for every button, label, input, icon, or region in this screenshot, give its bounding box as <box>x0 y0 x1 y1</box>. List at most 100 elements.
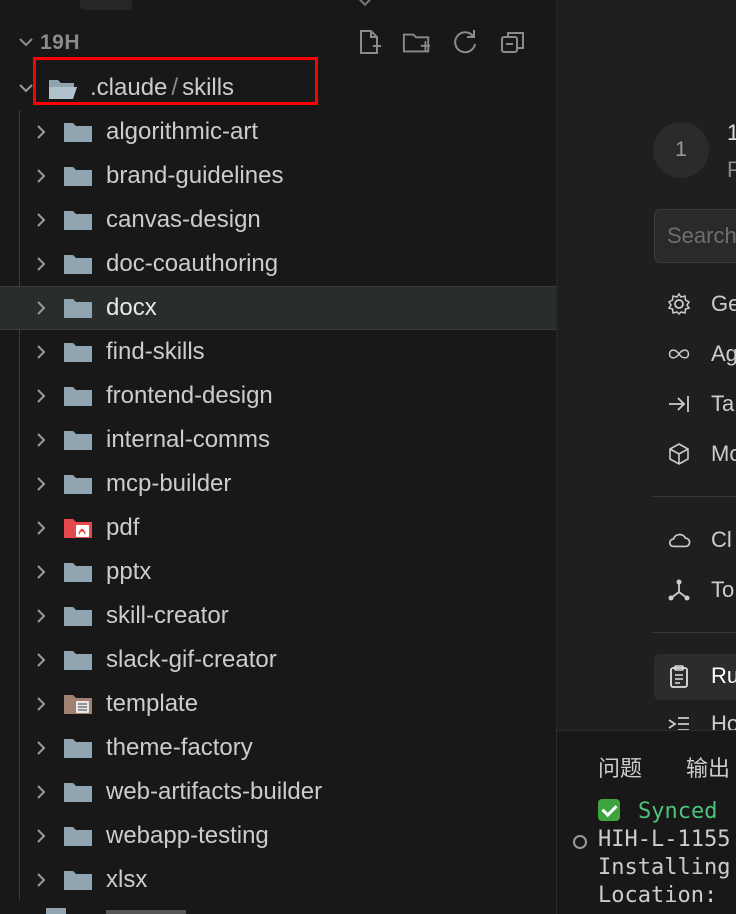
chevron-right-icon <box>31 606 51 626</box>
folder-row[interactable]: algorithmic-art <box>0 110 556 154</box>
explorer-sidebar: 19H .claude / skills algorithmic-art brand-… <box>0 0 557 914</box>
menu-divider <box>653 632 736 633</box>
folder-row[interactable]: pdf <box>0 506 556 550</box>
folder-label: webapp-testing <box>106 822 269 849</box>
folder-icon <box>63 384 93 408</box>
template-folder-icon <box>63 692 93 716</box>
folder-row[interactable]: web-artifacts-builder <box>0 770 556 814</box>
folder-row[interactable]: doc-coauthoring <box>0 242 556 286</box>
folder-row[interactable]: docx <box>0 286 556 330</box>
chevron-right-icon <box>31 386 51 406</box>
folder-row[interactable]: frontend-design <box>0 374 556 418</box>
bottom-panel: 问题 输出 Synced HIH-L-1155 Installing Locat… <box>557 730 736 914</box>
check-mark-icon <box>598 799 620 821</box>
chevron-right-icon <box>31 870 51 890</box>
folder-icon <box>63 340 93 364</box>
terminal-line-synced: Synced <box>598 799 717 824</box>
folder-icon <box>63 736 93 760</box>
folder-label: pdf <box>106 514 140 541</box>
chevron-right-icon <box>31 738 51 758</box>
folder-row[interactable]: slack-gif-creator <box>0 638 556 682</box>
folder-row[interactable]: canvas-design <box>0 198 556 242</box>
root-path-parent: .claude <box>90 74 168 101</box>
step-number-badge: 1 <box>653 122 709 178</box>
terminal-line: Installing <box>598 855 731 880</box>
chevron-right-icon <box>31 298 51 318</box>
folder-label: docx <box>106 294 157 321</box>
folder-row[interactable]: webapp-testing <box>0 814 556 858</box>
menu-item-label: Ge <box>711 291 736 316</box>
settings-search-box[interactable] <box>654 209 736 263</box>
chevron-right-icon <box>31 342 51 362</box>
cube-icon <box>669 443 689 465</box>
folder-open-icon <box>49 80 77 99</box>
folder-icon <box>63 120 93 144</box>
section-title: 19H <box>40 31 81 54</box>
settings-pane: 1 1 P Ge Ag Ta Mo Cl To Ru Ho 问题 输出 <box>557 0 736 914</box>
explorer-section-header[interactable]: 19H <box>0 24 556 60</box>
step-title: 1 <box>727 120 736 145</box>
chevron-right-icon <box>31 518 51 538</box>
chevron-right-icon <box>31 430 51 450</box>
folder-icon <box>63 164 93 188</box>
chevron-right-icon <box>31 210 51 230</box>
gear-icon <box>667 292 691 316</box>
folder-row[interactable]: pptx <box>0 550 556 594</box>
folder-icon <box>63 648 93 672</box>
folder-row[interactable]: internal-comms <box>0 418 556 462</box>
chevron-right-icon <box>31 694 51 714</box>
folder-icon <box>63 560 93 584</box>
folder-icon <box>63 296 93 320</box>
collapse-all-icon[interactable] <box>498 27 528 57</box>
folder-row[interactable]: xlsx <box>0 858 556 902</box>
menu-item-agents[interactable]: Ag <box>665 334 736 374</box>
chevron-right-icon <box>31 166 51 186</box>
chevron-down-icon <box>19 38 33 47</box>
menu-item-cloud[interactable]: Cl <box>665 520 736 560</box>
folder-icon <box>63 472 93 496</box>
folder-row[interactable]: template <box>0 682 556 726</box>
folder-label: canvas-design <box>106 206 261 233</box>
folder-row[interactable]: find-skills <box>0 330 556 374</box>
folder-label: web-artifacts-builder <box>106 778 323 805</box>
chevron-right-icon <box>31 474 51 494</box>
folder-row[interactable]: brand-guidelines <box>0 154 556 198</box>
folder-row[interactable]: theme-factory <box>0 726 556 770</box>
terminal-line: Location: <box>598 883 718 908</box>
menu-item-tab[interactable]: Ta <box>665 384 736 424</box>
folder-label: brand-guidelines <box>106 162 284 189</box>
menu-item-label: Mo <box>711 441 736 466</box>
settings-search-input[interactable] <box>667 222 736 250</box>
chevron-right-icon <box>31 254 51 274</box>
chevron-right-icon <box>31 826 51 846</box>
folder-icon <box>63 208 93 232</box>
folder-label: template <box>106 690 199 717</box>
menu-item-rules[interactable]: Ru <box>665 656 736 696</box>
new-file-icon[interactable] <box>354 27 384 57</box>
menu-item-label: To <box>711 577 735 602</box>
tools-network-icon <box>668 579 690 601</box>
menu-item-label: Ag <box>711 341 736 366</box>
cloud-icon <box>668 533 691 548</box>
menu-item-tools[interactable]: To <box>665 570 736 610</box>
root-path-label: .claude / skills <box>90 74 234 102</box>
new-folder-icon[interactable] <box>402 27 432 57</box>
folder-icon <box>63 252 93 276</box>
folder-label: find-skills <box>106 338 205 365</box>
menu-item-label: Ta <box>711 391 735 416</box>
folder-row[interactable]: mcp-builder <box>0 462 556 506</box>
menu-item-label: Cl <box>711 527 732 552</box>
tab-output[interactable]: 输出 <box>686 751 730 783</box>
root-folder-row[interactable]: .claude / skills <box>0 66 556 110</box>
chevron-right-icon <box>31 122 51 142</box>
menu-item-general[interactable]: Ge <box>665 284 736 324</box>
chevron-right-icon <box>31 650 51 670</box>
menu-item-models[interactable]: Mo <box>665 434 736 474</box>
folder-icon <box>63 428 93 452</box>
folder-icon <box>63 868 93 892</box>
refresh-icon[interactable] <box>450 27 480 57</box>
top-chevron-icon <box>357 0 373 7</box>
tab-problems[interactable]: 问题 <box>598 751 642 783</box>
folder-label: algorithmic-art <box>106 118 259 145</box>
folder-row[interactable]: skill-creator <box>0 594 556 638</box>
